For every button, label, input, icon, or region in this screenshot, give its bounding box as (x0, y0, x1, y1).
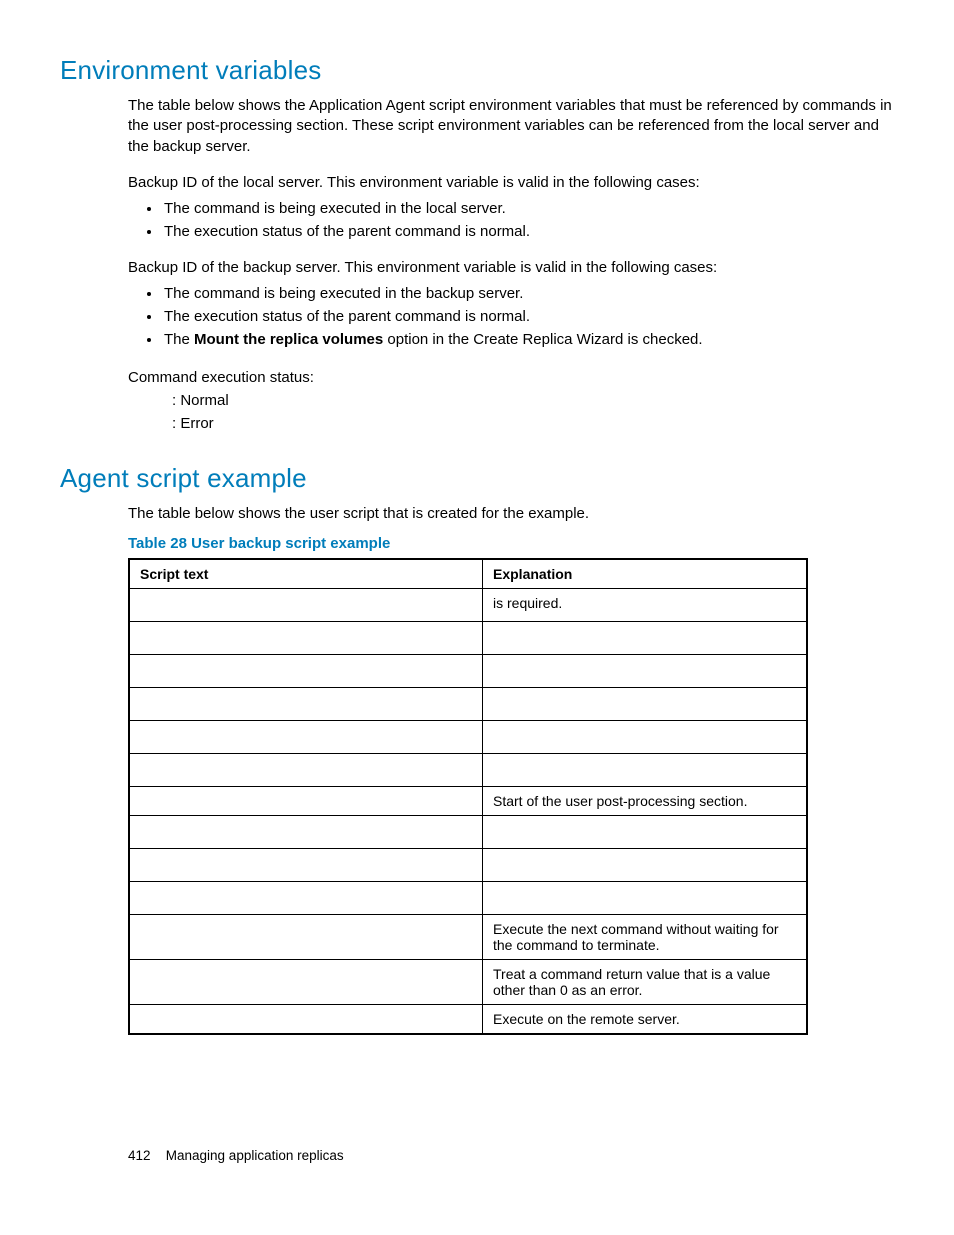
chapter-title: Managing application replicas (166, 1148, 344, 1163)
text-fragment: The (164, 331, 194, 348)
list-item: The command is being executed in the loc… (162, 197, 894, 220)
table-header-row: Script text Explanation (129, 559, 807, 589)
table-row: Start of the user post-processing sectio… (129, 786, 807, 815)
cell-script-text (129, 687, 483, 720)
table-row: Treat a command return value that is a v… (129, 959, 807, 1004)
list-item: The execution status of the parent comma… (162, 220, 894, 243)
section-heading-env-vars: Environment variables (60, 55, 894, 86)
list-item: The execution status of the parent comma… (162, 305, 894, 328)
table-row (129, 881, 807, 914)
cell-explanation: Execute the next command without waiting… (483, 914, 808, 959)
cell-script-text (129, 753, 483, 786)
cell-explanation: Start of the user post-processing sectio… (483, 786, 808, 815)
env-vars-body: The table below shows the Application Ag… (128, 96, 894, 435)
cell-script-text (129, 786, 483, 815)
table-row (129, 848, 807, 881)
table-row: Execute the next command without waiting… (129, 914, 807, 959)
section-heading-agent-script: Agent script example (60, 463, 894, 494)
cell-explanation (483, 720, 808, 753)
status-error-line: : Error (128, 412, 894, 435)
cell-script-text (129, 914, 483, 959)
agent-script-intro-paragraph: The table below shows the user script th… (128, 504, 894, 524)
agent-script-body: The table below shows the user script th… (128, 504, 894, 1034)
status-label: Command execution status: (128, 366, 894, 389)
cell-explanation (483, 621, 808, 654)
page-footer: 412 Managing application replicas (128, 1148, 344, 1163)
bold-option-name: Mount the replica volumes (194, 331, 383, 348)
table-row (129, 654, 807, 687)
cell-explanation (483, 654, 808, 687)
cell-script-text (129, 1004, 483, 1034)
table-row (129, 720, 807, 753)
backup-server-bullet-list: The command is being executed in the bac… (128, 282, 894, 352)
cell-explanation: Treat a command return value that is a v… (483, 959, 808, 1004)
cell-explanation (483, 815, 808, 848)
list-item: The command is being executed in the bac… (162, 282, 894, 305)
table-row: Execute on the remote server. (129, 1004, 807, 1034)
page-number: 412 (128, 1148, 162, 1163)
cell-explanation (483, 881, 808, 914)
table-row: is required. (129, 588, 807, 621)
cell-script-text (129, 621, 483, 654)
table-row (129, 621, 807, 654)
cell-explanation (483, 848, 808, 881)
cell-explanation (483, 753, 808, 786)
page-container: Environment variables The table below sh… (0, 0, 954, 1235)
table-caption: Table 28 User backup script example (128, 535, 894, 552)
cell-script-text (129, 654, 483, 687)
command-status-block: Command execution status: : Normal : Err… (128, 366, 894, 436)
cell-explanation: is required. (483, 588, 808, 621)
env-vars-intro-paragraph: The table below shows the Application Ag… (128, 96, 894, 157)
table-header-script-text: Script text (129, 559, 483, 589)
cell-script-text (129, 848, 483, 881)
backup-server-lead-in: Backup ID of the backup server. This env… (128, 258, 894, 278)
text-fragment: is required. (493, 595, 562, 611)
local-server-bullet-list: The command is being executed in the loc… (128, 197, 894, 244)
cell-explanation: Execute on the remote server. (483, 1004, 808, 1034)
local-server-lead-in: Backup ID of the local server. This envi… (128, 173, 894, 193)
cell-script-text (129, 588, 483, 621)
user-backup-script-table: Script text Explanation is required. (128, 558, 808, 1035)
cell-script-text (129, 881, 483, 914)
table-row (129, 815, 807, 848)
table-row (129, 753, 807, 786)
list-item: The Mount the replica volumes option in … (162, 328, 894, 351)
text-fragment: option in the Create Replica Wizard is c… (383, 331, 702, 348)
cell-script-text (129, 815, 483, 848)
cell-script-text (129, 959, 483, 1004)
table-header-explanation: Explanation (483, 559, 808, 589)
status-normal-line: : Normal (128, 389, 894, 412)
cell-script-text (129, 720, 483, 753)
cell-explanation (483, 687, 808, 720)
table-row (129, 687, 807, 720)
